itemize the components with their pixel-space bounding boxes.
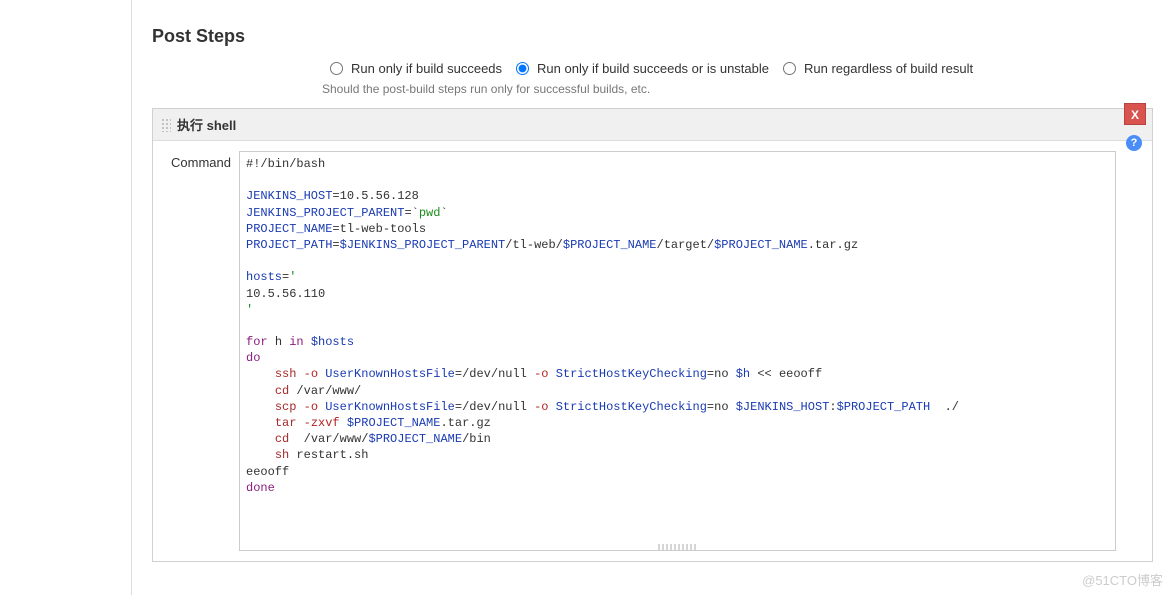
watermark: @51CTO博客 bbox=[1082, 570, 1163, 589]
step-header[interactable]: 执行 shell bbox=[153, 109, 1152, 141]
textarea-resize-grip[interactable] bbox=[658, 544, 698, 550]
step-body: Command #!/bin/bash JENKINS_HOST=10.5.56… bbox=[153, 141, 1152, 561]
delete-step-button[interactable]: X bbox=[1124, 103, 1146, 125]
radio-regardless-label: Run regardless of build result bbox=[804, 61, 973, 76]
radio-build-succeeds-label: Run only if build succeeds bbox=[351, 61, 502, 76]
radio-build-succeeds[interactable] bbox=[330, 62, 343, 75]
drag-handle-icon[interactable] bbox=[161, 118, 171, 132]
radio-regardless[interactable] bbox=[783, 62, 796, 75]
left-rail-placeholder bbox=[0, 0, 132, 595]
post-steps-help-text: Should the post-build steps run only for… bbox=[322, 82, 1153, 96]
command-textarea[interactable]: #!/bin/bash JENKINS_HOST=10.5.56.128 JEN… bbox=[239, 151, 1116, 551]
command-field-label: Command bbox=[163, 151, 239, 551]
radio-build-succeeds-or-unstable[interactable] bbox=[516, 62, 529, 75]
help-icon[interactable]: ? bbox=[1126, 135, 1142, 151]
radio-build-succeeds-or-unstable-label: Run only if build succeeds or is unstabl… bbox=[537, 61, 769, 76]
step-title: 执行 shell bbox=[177, 115, 236, 134]
build-step-execute-shell: X ? 执行 shell Command #!/bin/bash JENKINS… bbox=[152, 108, 1153, 562]
jenkins-config-page: Post Steps Run only if build succeeds Ru… bbox=[0, 0, 1173, 595]
main-content: Post Steps Run only if build succeeds Ru… bbox=[132, 0, 1173, 562]
section-title-post-steps: Post Steps bbox=[152, 26, 1153, 47]
post-steps-condition-radios: Run only if build succeeds Run only if b… bbox=[322, 61, 1153, 76]
